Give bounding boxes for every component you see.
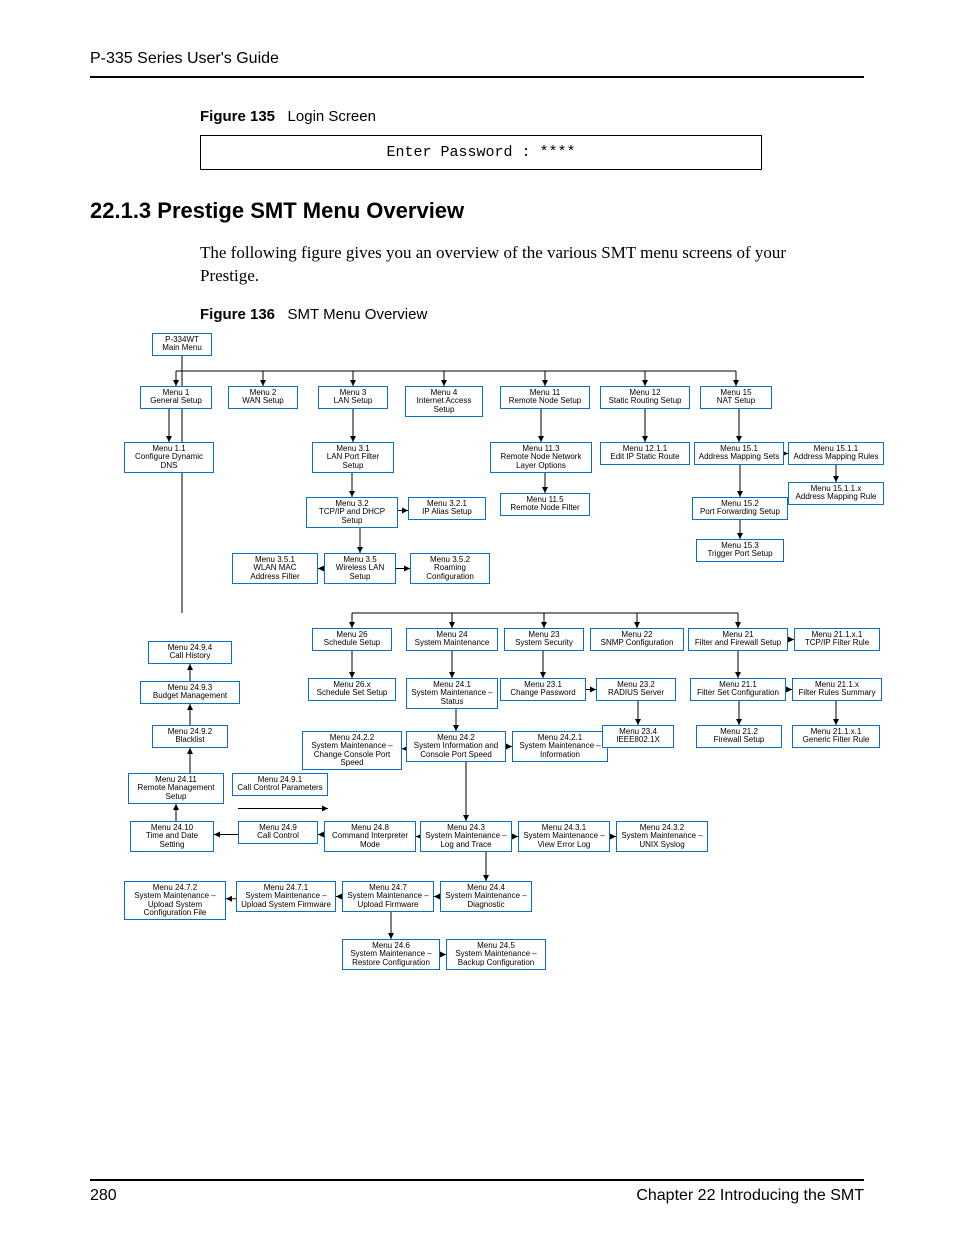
diagram-node-m24_7: Menu 24.7 System Maintenance – Upload Fi… xyxy=(342,881,434,912)
diagram-node-m22: Menu 22 SNMP Configuration xyxy=(590,628,684,651)
diagram-node-m11_5: Menu 11.5 Remote Node Filter xyxy=(500,493,590,516)
diagram-node-m15_2: Menu 15.2 Port Forwarding Setup xyxy=(692,497,788,520)
diagram-node-m2: Menu 2 WAN Setup xyxy=(228,386,298,409)
diagram-node-m3_5_2: Menu 3.5.2 Roaming Configuration xyxy=(410,553,490,584)
diagram-node-m26: Menu 26 Schedule Setup xyxy=(312,628,392,651)
figure-136-title: SMT Menu Overview xyxy=(288,306,428,323)
diagram-node-m24_4: Menu 24.4 System Maintenance – Diagnosti… xyxy=(440,881,532,912)
diagram-node-m24_9: Menu 24.9 Call Control xyxy=(238,821,318,844)
header-rule xyxy=(90,76,864,78)
figure-136-label: Figure 136 xyxy=(200,306,275,323)
diagram-node-m4: Menu 4 Internet Access Setup xyxy=(405,386,483,417)
diagram-node-m1_1: Menu 1.1 Configure Dynamic DNS xyxy=(124,442,214,473)
diagram-node-m26_x: Menu 26.x Schedule Set Setup xyxy=(308,678,396,701)
figure-135-label: Figure 135 xyxy=(200,108,275,125)
diagram-node-m24_3: Menu 24.3 System Maintenance – Log and T… xyxy=(420,821,512,852)
diagram-node-m21_1: Menu 21.1 Filter Set Configuration xyxy=(690,678,786,701)
diagram-node-m21: Menu 21 Filter and Firewall Setup xyxy=(688,628,788,651)
diagram-node-m24_8: Menu 24.8 Command Interpreter Mode xyxy=(324,821,416,852)
page-container: P-335 Series User's Guide Figure 135 Log… xyxy=(0,0,954,1235)
smt-menu-diagram: P-334WT Main Menu Menu 1 General Setup Men… xyxy=(90,333,864,1033)
diagram-node-m24_3_2: Menu 24.3.2 System Maintenance – UNIX Sy… xyxy=(616,821,708,852)
chapter-label: Chapter 22 Introducing the SMT xyxy=(636,1187,864,1205)
diagram-node-m24_7_2: Menu 24.7.2 System Maintenance – Upload … xyxy=(124,881,226,921)
diagram-node-m24_2_1: Menu 24.2.1 System Maintenance – Informa… xyxy=(512,731,608,762)
login-prompt: Enter Password : **** xyxy=(386,144,575,161)
diagram-node-m24_2: Menu 24.2 System Information and Console… xyxy=(406,731,506,762)
diagram-node-m24_1: Menu 24.1 System Maintenance – Status xyxy=(406,678,498,709)
diagram-node-m24_9_3: Menu 24.9.3 Budget Management xyxy=(140,681,240,704)
diagram-node-m21_1_x_1t: Menu 21.1.x.1 TCP/IP Filter Rule xyxy=(794,628,880,651)
footer-rule xyxy=(90,1179,864,1181)
diagram-node-m21_1_x_1: Menu 21.1.x.1 Generic Filter Rule xyxy=(792,725,880,748)
figure-135-title: Login Screen xyxy=(288,108,376,125)
diagram-node-m15: Menu 15 NAT Setup xyxy=(700,386,772,409)
diagram-node-m12_1_1: Menu 12.1.1 Edit IP Static Route xyxy=(600,442,690,465)
diagram-node-m15_1_1: Menu 15.1.1 Address Mapping Rules xyxy=(788,442,884,465)
page-number: 280 xyxy=(90,1187,117,1205)
diagram-node-m3_5_1: Menu 3.5.1 WLAN MAC Address Filter xyxy=(232,553,318,584)
diagram-node-m11: Menu 11 Remote Node Setup xyxy=(500,386,590,409)
diagram-node-m24_3_1: Menu 24.3.1 System Maintenance – View Er… xyxy=(518,821,610,852)
diagram-node-m3_2_1: Menu 3.2.1 IP Alias Setup xyxy=(408,497,486,520)
section-body: The following figure gives you an overvi… xyxy=(200,242,840,288)
diagram-node-m3_5: Menu 3.5 Wireless LAN Setup xyxy=(324,553,396,584)
diagram-node-m24_5: Menu 24.5 System Maintenance – Backup Co… xyxy=(446,939,546,970)
diagram-node-m23: Menu 23 System Security xyxy=(504,628,584,651)
diagram-node-m24_11: Menu 24.11 Remote Management Setup xyxy=(128,773,224,804)
diagram-node-m21_1_x: Menu 21.1.x Filter Rules Summary xyxy=(792,678,882,701)
diagram-node-m24_6: Menu 24.6 System Maintenance – Restore C… xyxy=(342,939,440,970)
diagram-node-m3: Menu 3 LAN Setup xyxy=(318,386,388,409)
diagram-node-m24_10: Menu 24.10 Time and Date Setting xyxy=(130,821,214,852)
diagram-node-m24_2_2: Menu 24.2.2 System Maintenance – Change … xyxy=(302,731,402,771)
section-heading: 22.1.3 Prestige SMT Menu Overview xyxy=(90,198,864,224)
diagram-node-m1: Menu 1 General Setup xyxy=(140,386,212,409)
diagram-node-m11_3: Menu 11.3 Remote Node Network Layer Opti… xyxy=(490,442,592,473)
diagram-node-m24_9_1: Menu 24.9.1 Call Control Parameters xyxy=(232,773,328,796)
diagram-node-m15_1_1x: Menu 15.1.1.x Address Mapping Rule xyxy=(788,482,884,505)
figure-135-caption: Figure 135 Login Screen xyxy=(200,108,864,125)
diagram-node-root: P-334WT Main Menu xyxy=(152,333,212,356)
diagram-node-m23_4: Menu 23.4 IEEE802.1X xyxy=(602,725,674,748)
diagram-node-m24_9_4: Menu 24.9.4 Call History xyxy=(148,641,232,664)
figure-136-caption: Figure 136 SMT Menu Overview xyxy=(200,306,864,323)
diagram-node-m3_2: Menu 3.2 TCP/IP and DHCP Setup xyxy=(306,497,398,528)
diagram-node-m23_1: Menu 23.1 Change Password xyxy=(500,678,586,701)
diagram-node-m12: Menu 12 Static Routing Setup xyxy=(600,386,690,409)
diagram-node-m3_1: Menu 3.1 LAN Port Filter Setup xyxy=(312,442,394,473)
diagram-node-m24_9_2: Menu 24.9.2 Blacklist xyxy=(152,725,228,748)
diagram-node-m15_3: Menu 15.3 Trigger Port Setup xyxy=(696,539,784,562)
diagram-node-m24_7_1: Menu 24.7.1 System Maintenance – Upload … xyxy=(236,881,336,912)
login-screen-box: Enter Password : **** xyxy=(200,135,762,170)
diagram-node-m23_2: Menu 23.2 RADIUS Server xyxy=(596,678,676,701)
page-footer: 280 Chapter 22 Introducing the SMT xyxy=(90,1179,864,1205)
diagram-node-m24: Menu 24 System Maintenance xyxy=(406,628,498,651)
running-header: P-335 Series User's Guide xyxy=(90,50,864,76)
diagram-node-m21_2: Menu 21.2 Firewall Setup xyxy=(696,725,782,748)
diagram-node-m15_1: Menu 15.1 Address Mapping Sets xyxy=(694,442,784,465)
